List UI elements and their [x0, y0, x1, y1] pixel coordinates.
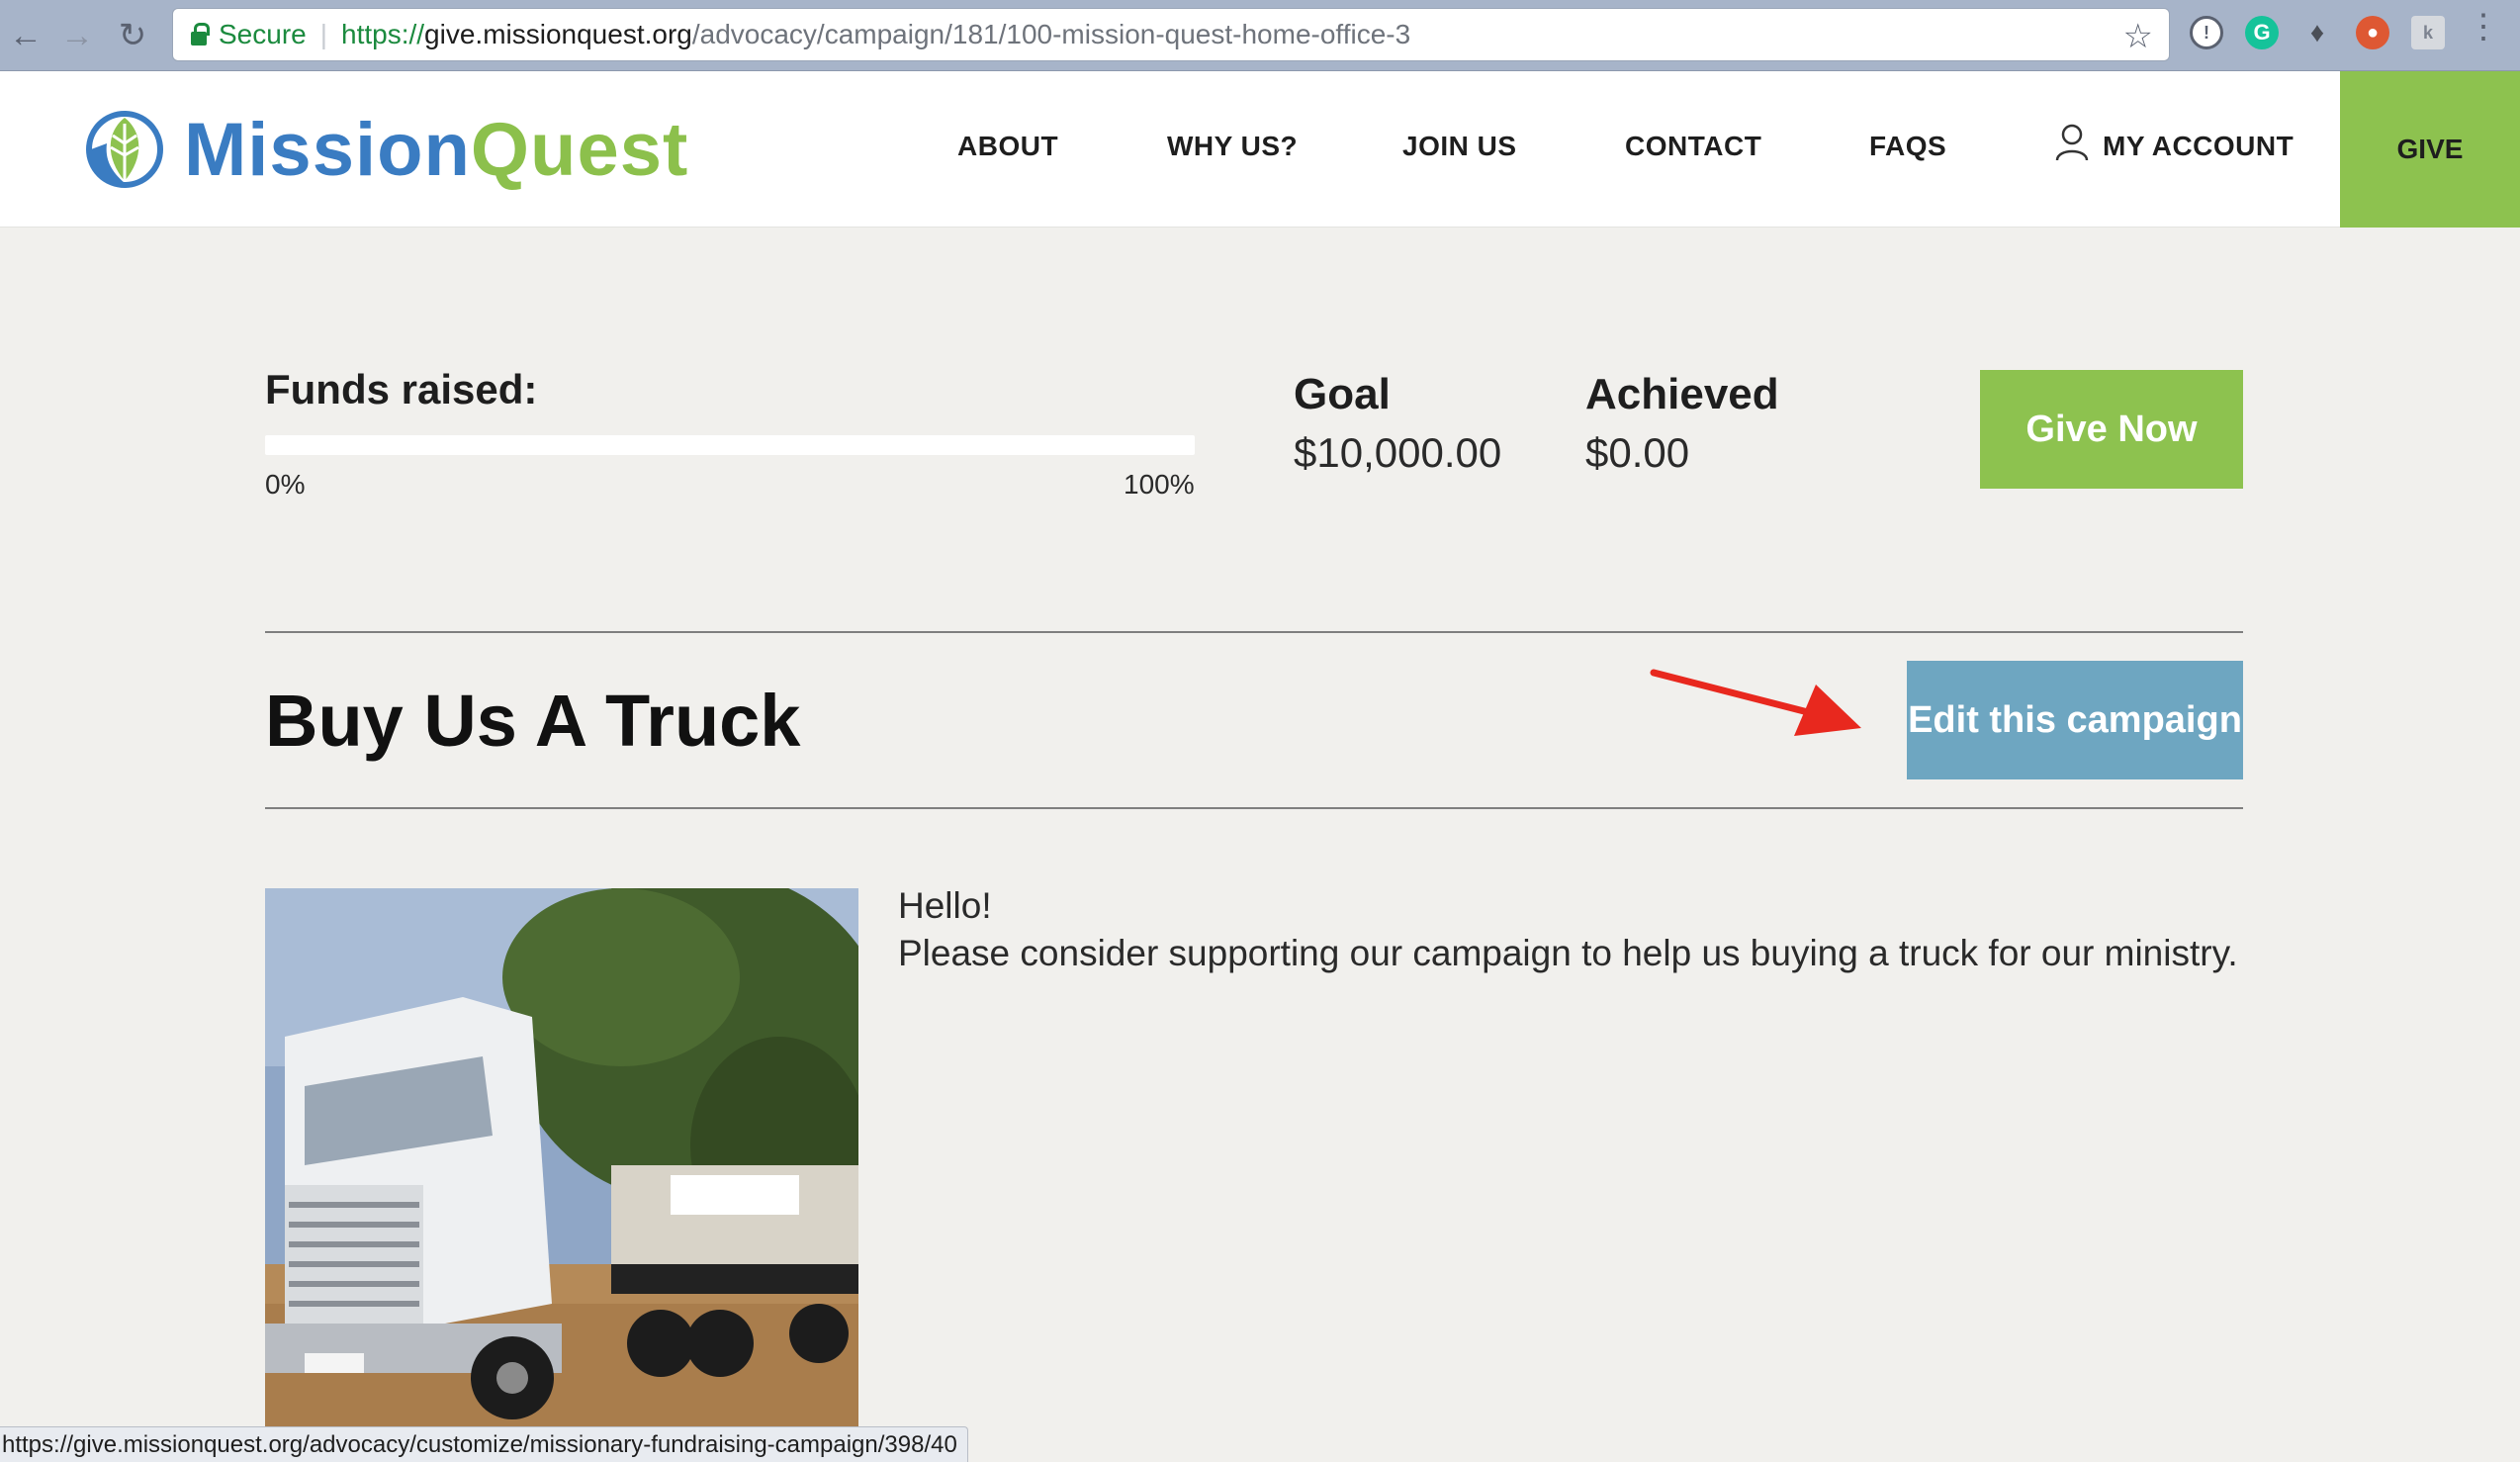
url-separator: |: [319, 19, 327, 49]
progress-min-label: 0%: [265, 469, 306, 500]
url-scheme: https://: [341, 19, 425, 49]
password-manager-extension-icon[interactable]: !: [2190, 16, 2223, 49]
duckduckgo-extension-icon[interactable]: ●: [2356, 16, 2389, 49]
achieved-label: Achieved: [1585, 370, 1779, 418]
evernote-extension-icon[interactable]: ♦: [2300, 16, 2334, 49]
nav-faqs[interactable]: FAQS: [1869, 131, 1946, 162]
main-nav: ABOUT WHY US? JOIN US CONTACT FAQS MY AC…: [0, 71, 2520, 228]
browser-toolbar: ← → ↻ Secure | https://give.missionquest…: [0, 0, 2520, 71]
description-text: Please consider supporting our campaign …: [898, 933, 2238, 973]
grammarly-extension-icon[interactable]: G: [2245, 16, 2279, 49]
nav-give-button[interactable]: GIVE: [2340, 71, 2520, 228]
back-arrow-icon[interactable]: ←: [4, 14, 47, 57]
nav-join-us[interactable]: JOIN US: [1402, 131, 1517, 162]
forward-arrow-icon[interactable]: →: [55, 14, 99, 57]
campaign-truck-image: [265, 888, 858, 1427]
give-now-button[interactable]: Give Now: [1980, 370, 2243, 489]
funds-progress-bar: [265, 435, 1195, 455]
red-arrow-annotation-icon: [1650, 669, 1861, 736]
user-account-icon[interactable]: [2055, 123, 2089, 162]
campaign-title: Buy Us A Truck: [265, 680, 801, 762]
campaign-description: Hello! Please consider supporting our ca…: [898, 882, 2238, 977]
link-status-bar: https://give.missionquest.org/advocacy/c…: [0, 1426, 968, 1462]
bookmark-star-icon[interactable]: ☆: [2123, 17, 2153, 56]
goal-label: Goal: [1294, 370, 1391, 418]
achieved-value: $0.00: [1585, 429, 1690, 476]
nav-why-us[interactable]: WHY US?: [1167, 131, 1298, 162]
browser-menu-icon[interactable]: ⋮: [2467, 10, 2500, 44]
nav-contact[interactable]: CONTACT: [1625, 131, 1761, 162]
progress-max-label: 100%: [1124, 469, 1195, 500]
extension-icon[interactable]: k: [2411, 16, 2445, 49]
site-header: MissionQuest ABOUT WHY US? JOIN US CONTA…: [0, 71, 2520, 228]
divider-top: [265, 631, 2243, 633]
lock-icon: [191, 23, 210, 46]
edit-campaign-button[interactable]: Edit this campaign: [1907, 661, 2243, 779]
nav-my-account[interactable]: MY ACCOUNT: [2103, 131, 2294, 162]
secure-label: Secure: [219, 19, 307, 49]
nav-about[interactable]: ABOUT: [957, 131, 1058, 162]
url-path: /advocacy/campaign/181/100-mission-quest…: [691, 19, 1411, 49]
address-bar[interactable]: Secure | https://give.missionquest.org/a…: [172, 8, 2170, 61]
divider-bottom: [265, 807, 2243, 809]
reload-icon[interactable]: ↻: [111, 14, 154, 57]
greeting-text: Hello!: [898, 885, 992, 926]
goal-value: $10,000.00: [1294, 429, 1502, 476]
funds-raised-heading: Funds raised:: [265, 366, 538, 412]
url-host: give.missionquest.org: [424, 19, 692, 49]
